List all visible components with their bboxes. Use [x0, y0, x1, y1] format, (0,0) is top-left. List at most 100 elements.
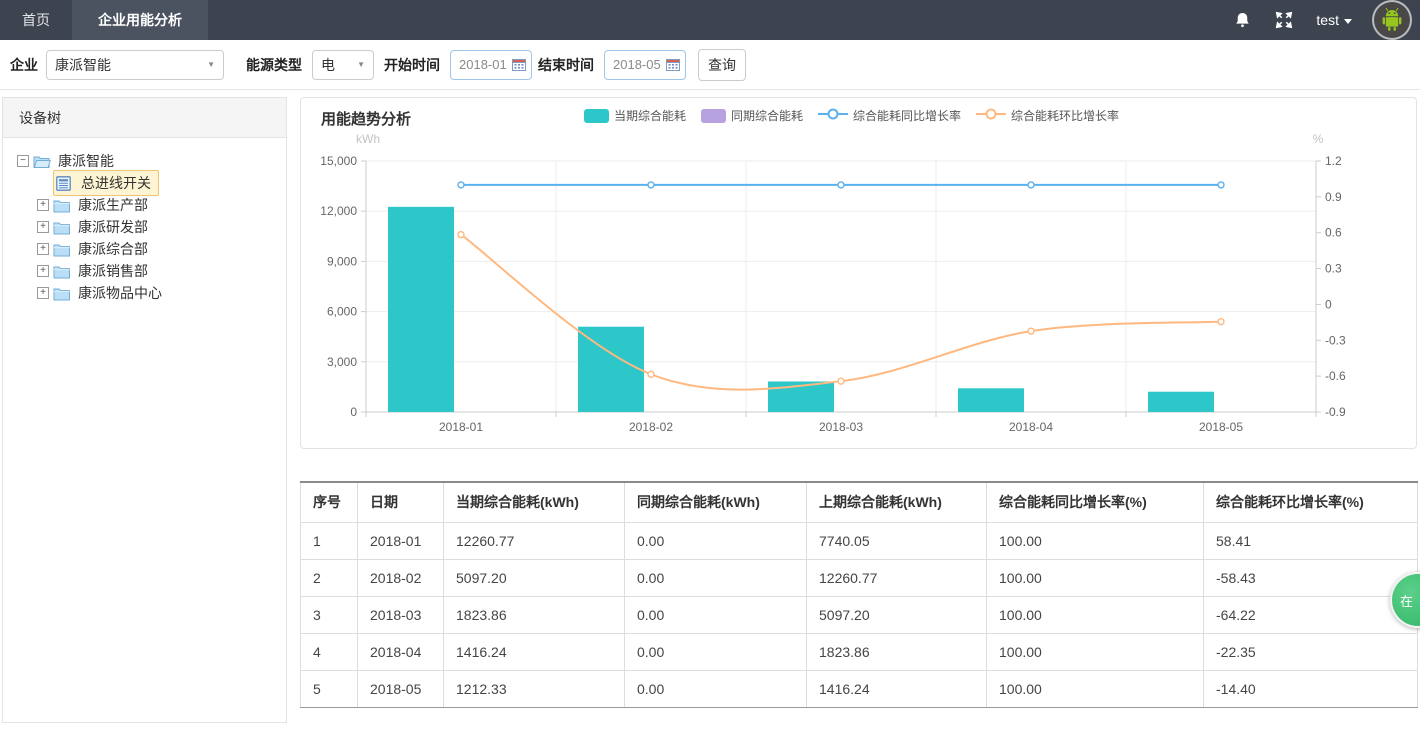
expand-icon[interactable]: + [37, 287, 49, 299]
table-cell: 0.00 [625, 670, 807, 707]
chevron-down-icon: ▼ [207, 60, 215, 69]
tab-energy-analysis[interactable]: 企业用能分析 [72, 0, 208, 40]
folder-icon [53, 263, 71, 279]
table-header-cell: 综合能耗环比增长率(%) [1204, 482, 1418, 522]
table-cell: 100.00 [987, 522, 1204, 559]
expand-icon[interactable]: + [37, 221, 49, 233]
svg-text:-0.3: -0.3 [1325, 333, 1346, 347]
table-cell: 5 [301, 670, 358, 707]
table-header-cell: 综合能耗同比增长率(%) [987, 482, 1204, 522]
username: test [1316, 12, 1339, 28]
expand-icon[interactable]: + [37, 199, 49, 211]
table-row: 42018-041416.240.001823.86100.00-22.35 [301, 633, 1418, 670]
enterprise-select-value: 康派智能 [55, 55, 111, 75]
table-cell: 5097.20 [444, 559, 625, 596]
svg-text:2018-03: 2018-03 [819, 420, 863, 434]
table-cell: 100.00 [987, 633, 1204, 670]
energy-type-select-value: 电 [321, 55, 335, 75]
table-cell: 3 [301, 596, 358, 633]
table-cell: 2 [301, 559, 358, 596]
svg-text:-0.6: -0.6 [1325, 369, 1346, 383]
table-cell: 1416.24 [807, 670, 987, 707]
collapse-icon[interactable]: − [17, 155, 29, 167]
user-menu[interactable]: test [1316, 12, 1352, 28]
legend-item-1[interactable]: 同期综合能耗 [701, 107, 803, 124]
table-cell: 0.00 [625, 633, 807, 670]
expand-icon[interactable]: + [37, 243, 49, 255]
legend-line-marker [818, 107, 848, 124]
table-cell: 2018-01 [358, 522, 444, 559]
table-cell: 100.00 [987, 596, 1204, 633]
tree-node-label: 康派物品中心 [75, 282, 165, 304]
folder-icon [53, 241, 71, 257]
tree-node-6[interactable]: + 康派物品中心 [17, 282, 286, 304]
table-header-row: 序号日期当期综合能耗(kWh)同期综合能耗(kWh)上期综合能耗(kWh)综合能… [301, 482, 1418, 522]
legend-label: 同期综合能耗 [731, 107, 803, 124]
fullscreen-icon[interactable] [1274, 10, 1294, 30]
top-navbar: 首页 企业用能分析 test [0, 0, 1420, 40]
tree-node-4[interactable]: + 康派综合部 [17, 238, 286, 260]
device-tree: −康派智能总进线开关+康派生产部+康派研发部+康派综合部+康派销售部+康派物品中… [3, 138, 286, 304]
chart-title: 用能趋势分析 [321, 108, 411, 129]
end-date-input[interactable]: 2018-05 [604, 50, 686, 80]
folder-icon [53, 219, 71, 235]
table-cell: 0.00 [625, 559, 807, 596]
calendar-icon [666, 58, 680, 71]
energy-type-select[interactable]: 电 ▼ [312, 50, 374, 80]
table-row: 12018-0112260.770.007740.05100.0058.41 [301, 522, 1418, 559]
tab-home[interactable]: 首页 [0, 0, 72, 40]
connector [37, 177, 49, 189]
table-cell: 1416.24 [444, 633, 625, 670]
avatar[interactable] [1374, 2, 1410, 38]
bell-icon[interactable] [1232, 10, 1252, 30]
energy-data-table: 序号日期当期综合能耗(kWh)同期综合能耗(kWh)上期综合能耗(kWh)综合能… [300, 481, 1418, 708]
chevron-down-icon [1344, 19, 1352, 24]
trend-chart-panel: 15,00012,0009,0006,0003,00001.20.90.60.3… [300, 97, 1417, 449]
energy-type-label: 能源类型 [246, 55, 302, 75]
table-row: 52018-051212.330.001416.24100.00-14.40 [301, 670, 1418, 707]
table-row: 22018-025097.200.0012260.77100.00-58.43 [301, 559, 1418, 596]
tree-node-label: 康派综合部 [75, 238, 151, 260]
tree-node-0[interactable]: − 康派智能 [17, 150, 286, 172]
svg-text:3,000: 3,000 [327, 355, 357, 369]
end-date-value: 2018-05 [613, 57, 661, 72]
android-icon [1377, 5, 1407, 35]
tree-node-label: 康派销售部 [75, 260, 151, 282]
trend-chart: 15,00012,0009,0006,0003,00001.20.90.60.3… [301, 98, 1418, 448]
table-cell: -22.35 [1204, 633, 1418, 670]
table-cell: -14.40 [1204, 670, 1418, 707]
tree-node-2[interactable]: +康派生产部 [17, 194, 286, 216]
expand-icon[interactable]: + [37, 265, 49, 277]
device-tree-panel: 设备树 −康派智能总进线开关+康派生产部+康派研发部+康派综合部+康派销售部+康… [2, 97, 287, 723]
enterprise-select[interactable]: 康派智能 ▼ [46, 50, 224, 80]
folder-icon [53, 285, 71, 301]
table-cell: 2018-02 [358, 559, 444, 596]
query-button[interactable]: 查询 [698, 49, 746, 81]
table-cell: 0.00 [625, 596, 807, 633]
table-cell: 1212.33 [444, 670, 625, 707]
table-header-cell: 序号 [301, 482, 358, 522]
table-cell: 100.00 [987, 670, 1204, 707]
tree-node-3[interactable]: +康派研发部 [17, 216, 286, 238]
svg-text:kWh: kWh [356, 132, 380, 146]
navbar-right: test [1232, 0, 1410, 40]
table-cell: -64.22 [1204, 596, 1418, 633]
meter-icon [56, 175, 74, 191]
folder-open-icon [33, 153, 51, 169]
svg-text:6,000: 6,000 [327, 305, 357, 319]
chart-legend: 当期综合能耗 同期综合能耗 综合能耗同比增长率综合能耗环比增长率 [584, 107, 1119, 124]
tree-node-label: 康派智能 [55, 150, 117, 172]
start-date-input[interactable]: 2018-01 [450, 50, 532, 80]
tree-node-1[interactable]: 总进线开关 [17, 172, 286, 194]
table-cell: 2018-04 [358, 633, 444, 670]
svg-text:0: 0 [1325, 297, 1332, 311]
tree-node-5[interactable]: + 康派销售部 [17, 260, 286, 282]
device-tree-title: 设备树 [3, 98, 286, 138]
legend-label: 综合能耗同比增长率 [853, 107, 961, 124]
legend-item-0[interactable]: 当期综合能耗 [584, 107, 686, 124]
legend-item-3[interactable]: 综合能耗环比增长率 [976, 107, 1119, 124]
svg-text:-0.9: -0.9 [1325, 405, 1346, 419]
legend-item-2[interactable]: 综合能耗同比增长率 [818, 107, 961, 124]
svg-text:2018-01: 2018-01 [439, 420, 483, 434]
table-cell: 58.41 [1204, 522, 1418, 559]
